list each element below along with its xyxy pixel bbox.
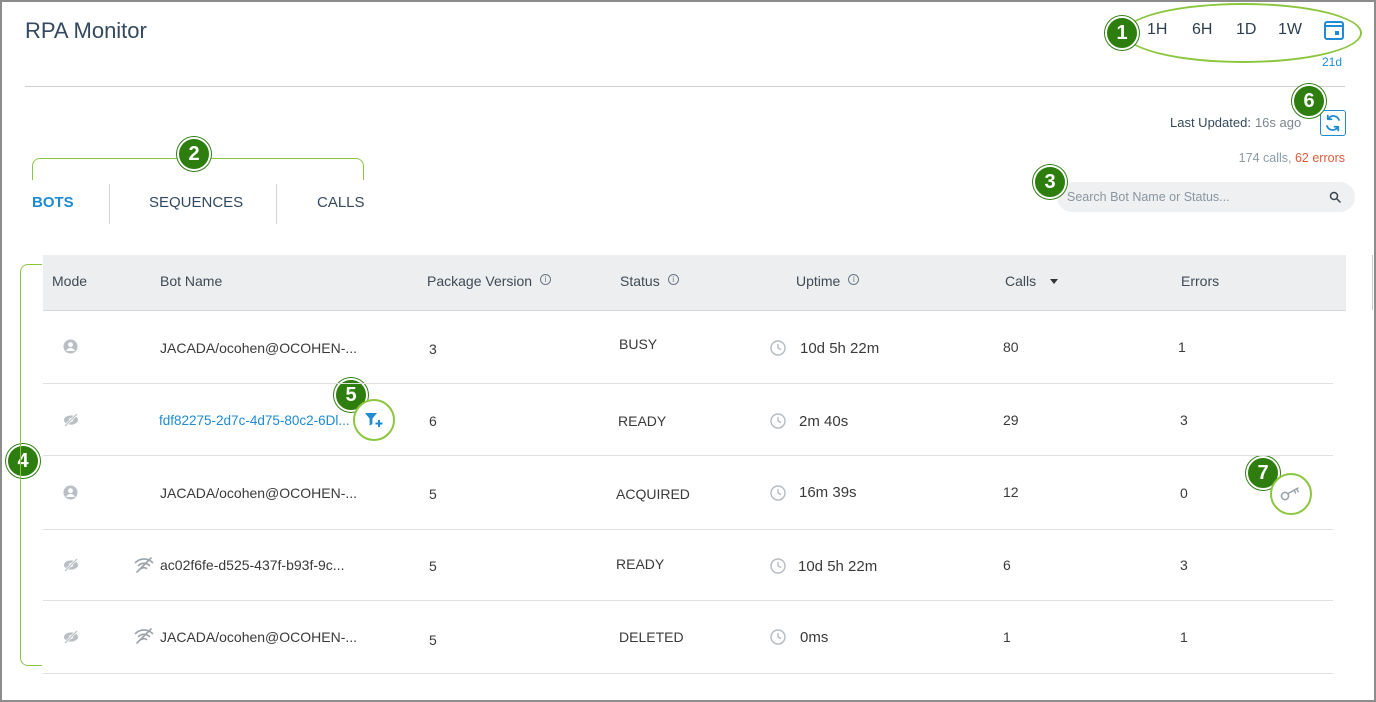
tab-bots[interactable]: BOTS: [32, 194, 74, 211]
callout-badge-2: 2: [177, 137, 211, 171]
callout-badge-3: 3: [1033, 165, 1067, 199]
sort-desc-icon[interactable]: [1050, 279, 1059, 284]
bot-name-link[interactable]: fdf82275-2d7c-4d75-80c2-6Dl...: [159, 413, 350, 428]
last-updated: Last Updated: 16s ago: [1170, 115, 1301, 130]
uptime-value: 0ms: [800, 629, 829, 646]
status-value: READY: [616, 556, 665, 572]
calls-value: 29: [1003, 412, 1019, 428]
key-button[interactable]: [1270, 473, 1312, 515]
column-header-status[interactable]: Status i: [620, 273, 679, 289]
callout-badge-1: 1: [1105, 16, 1139, 50]
table-row[interactable]: JACADA/ocohen@OCOHEN-... 5 DELETED 0ms 1…: [43, 601, 1333, 674]
range-1w-button[interactable]: 1W: [1278, 21, 1302, 39]
bot-name: JACADA/ocohen@OCOHEN-...: [160, 485, 358, 501]
status-value: ACQUIRED: [616, 486, 690, 502]
errors-count: 62 errors: [1294, 151, 1345, 165]
column-header-bot-name[interactable]: Bot Name: [160, 273, 222, 289]
info-icon[interactable]: i: [667, 274, 679, 285]
package-version: 5: [429, 486, 437, 502]
errors-value: 1: [1178, 339, 1186, 355]
errors-value: 3: [1180, 557, 1188, 573]
errors-value: 1: [1180, 629, 1188, 645]
status-value: BUSY: [619, 336, 658, 352]
bot-name: ac02f6fe-d525-437f-b93f-9c...: [160, 557, 345, 573]
calls-value: 1: [1003, 629, 1011, 645]
column-header-mode[interactable]: Mode: [52, 273, 87, 289]
uptime-value: 10d 5h 22m: [800, 340, 880, 357]
table-row[interactable]: JACADA/ocohen@OCOHEN-... 3 BUSY 10d 5h 2…: [43, 311, 1333, 384]
callout-badge-6: 6: [1292, 84, 1326, 118]
column-header-calls[interactable]: Calls: [1005, 273, 1059, 289]
eye-off-icon: [64, 413, 78, 427]
key-icon: [1280, 487, 1299, 501]
table-row[interactable]: ac02f6fe-d525-437f-b93f-9c... 5 READY 10…: [43, 530, 1333, 601]
app-title: RPA Monitor: [25, 18, 147, 43]
tab-divider: [276, 184, 277, 224]
bot-name: JACADA/ocohen@OCOHEN-...: [160, 340, 358, 356]
call-summary: 174 calls, 62 errors: [1239, 151, 1345, 165]
clock-icon: [770, 558, 786, 574]
info-icon[interactable]: i: [540, 274, 552, 285]
status-value: READY: [618, 413, 667, 429]
table-row[interactable]: fdf82275-2d7c-4d75-80c2-6Dl... 6 READY 2…: [43, 384, 1333, 456]
package-version: 5: [429, 632, 437, 648]
refresh-button[interactable]: [1320, 110, 1346, 136]
add-filter-button[interactable]: [353, 399, 395, 441]
column-header-package-version[interactable]: Package Version i: [427, 273, 552, 289]
wifi-off-icon: [134, 628, 154, 644]
wifi-off-icon: [134, 557, 154, 573]
last-updated-value: 16s ago: [1254, 115, 1302, 130]
package-version: 6: [429, 413, 437, 429]
clock-icon: [770, 629, 786, 645]
errors-value: 3: [1180, 412, 1188, 428]
range-1d-button[interactable]: 1D: [1236, 21, 1256, 39]
rows-highlight: [20, 264, 42, 666]
column-header-label: Calls: [1005, 273, 1037, 289]
header-divider: [25, 86, 1345, 87]
range-6h-button[interactable]: 6H: [1192, 21, 1212, 39]
search-icon[interactable]: [1329, 191, 1341, 203]
clock-icon: [770, 485, 786, 501]
calls-value: 80: [1003, 339, 1019, 355]
column-header-label: Package Version: [427, 273, 533, 289]
package-version: 5: [429, 558, 437, 574]
search-box: [1057, 182, 1355, 212]
calls-value: 6: [1003, 557, 1011, 573]
column-header-label: Uptime: [796, 273, 841, 289]
calls-count: 174 calls,: [1238, 151, 1292, 165]
filter-add-icon: [365, 413, 383, 427]
tab-divider: [109, 184, 110, 224]
errors-value: 0: [1180, 485, 1188, 501]
package-version: 3: [429, 341, 437, 357]
user-circle-icon: [63, 339, 78, 354]
uptime-value: 10d 5h 22m: [798, 558, 878, 575]
info-icon[interactable]: i: [848, 274, 860, 285]
calls-value: 12: [1003, 484, 1019, 500]
range-1h-button[interactable]: 1H: [1147, 21, 1167, 39]
uptime-value: 2m 40s: [799, 413, 849, 430]
eye-off-icon: [64, 558, 78, 572]
status-value: DELETED: [619, 629, 684, 645]
bot-name: JACADA/ocohen@OCOHEN-...: [160, 629, 358, 645]
tab-calls[interactable]: CALLS: [317, 194, 365, 211]
column-resize-handle[interactable]: [1372, 255, 1373, 310]
column-header-label: Status: [620, 273, 660, 289]
clock-icon: [770, 413, 786, 429]
custom-range-label: 21d: [1322, 55, 1343, 69]
search-input[interactable]: [1067, 182, 1317, 212]
last-updated-label: Last Updated:: [1170, 115, 1251, 130]
uptime-value: 16m 39s: [799, 484, 857, 501]
eye-off-icon: [64, 630, 78, 644]
tab-sequences[interactable]: SEQUENCES: [149, 194, 243, 211]
refresh-icon: [1326, 114, 1340, 132]
table-header: Mode Bot Name Package Version i Status i U…: [43, 255, 1373, 311]
clock-icon: [770, 340, 786, 356]
table-row[interactable]: JACADA/ocohen@OCOHEN-... 5 ACQUIRED 16m …: [43, 456, 1333, 530]
calendar-icon[interactable]: [1324, 21, 1344, 40]
column-header-uptime[interactable]: Uptime i: [796, 273, 860, 289]
column-header-errors[interactable]: Errors: [1181, 273, 1219, 289]
user-circle-icon: [63, 485, 78, 500]
